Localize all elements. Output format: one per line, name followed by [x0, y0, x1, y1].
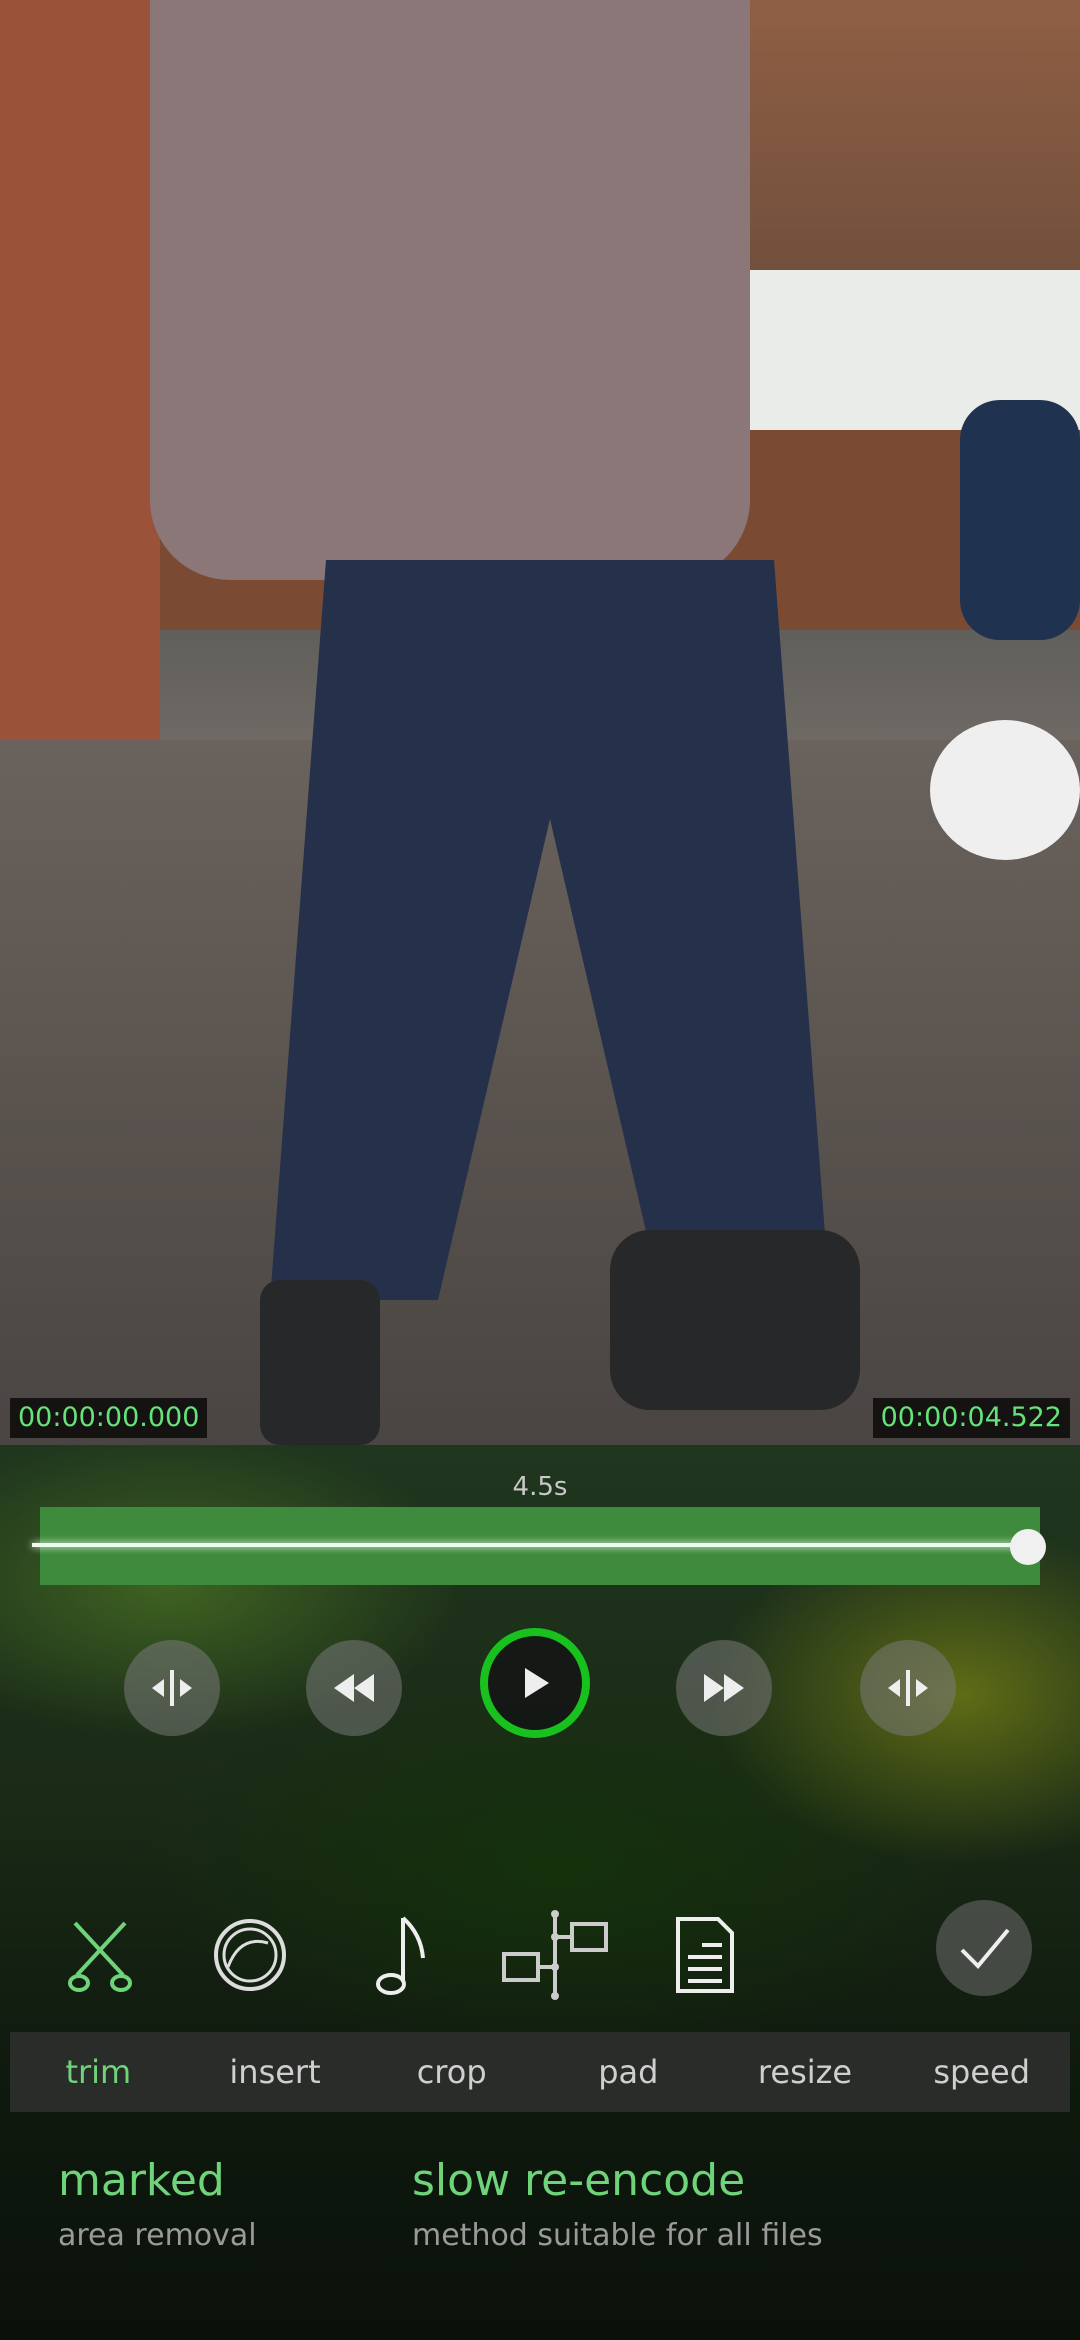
tab-insert[interactable]: insert	[187, 2032, 364, 2112]
clip-duration: 4.5s	[512, 1472, 568, 1502]
door	[0, 0, 160, 800]
play-button[interactable]	[480, 1628, 590, 1738]
split-frames-icon	[502, 1910, 608, 2000]
end-timecode: 00:00:04.522	[872, 1398, 1070, 1438]
tab-pad[interactable]: pad	[540, 2032, 717, 2112]
audio-tool-button[interactable]	[355, 1910, 445, 2000]
split-right-button[interactable]	[860, 1640, 956, 1736]
document-tool-button[interactable]	[660, 1910, 750, 2000]
tool-tabs: trim insert crop pad resize speed	[10, 2032, 1070, 2112]
boot-left	[260, 1280, 380, 1445]
video-preview[interactable]: 00:00:00.000 00:00:04.522	[0, 0, 1080, 1445]
play-icon	[525, 1668, 549, 1698]
confirm-button[interactable]	[936, 1900, 1032, 1996]
encode-method-subtitle: method suitable for all files	[412, 2218, 823, 2253]
tab-crop[interactable]: crop	[363, 2032, 540, 2112]
trim-mode-title[interactable]: marked	[58, 2155, 225, 2206]
tab-trim[interactable]: trim	[10, 2032, 187, 2112]
trim-tool-button[interactable]	[55, 1910, 145, 2000]
checkmark-icon	[960, 1928, 1010, 1969]
timeline-playhead-handle[interactable]	[1010, 1529, 1046, 1565]
music-note-icon	[376, 1916, 425, 1995]
trim-mode-subtitle: area removal	[58, 2218, 257, 2253]
timeline-waveform-line	[32, 1543, 1030, 1547]
child	[960, 400, 1080, 640]
split-left-button[interactable]	[124, 1640, 220, 1736]
scissors-icon	[68, 1921, 132, 1992]
person-hoodie	[150, 0, 750, 580]
tab-resize[interactable]: resize	[717, 2032, 894, 2112]
split-icon	[152, 1670, 192, 1706]
fast-forward-button[interactable]	[676, 1640, 772, 1736]
transition-tool-button[interactable]	[500, 1910, 610, 2000]
start-timecode: 00:00:00.000	[10, 1398, 208, 1438]
filter-tool-button[interactable]	[205, 1910, 295, 2000]
rewind-button[interactable]	[306, 1640, 402, 1736]
filter-icon	[214, 1919, 286, 1991]
dog	[930, 720, 1080, 860]
boot-right	[610, 1230, 860, 1410]
document-icon	[676, 1917, 734, 1993]
encode-method-title[interactable]: slow re-encode	[412, 2155, 745, 2206]
tab-speed[interactable]: speed	[893, 2032, 1070, 2112]
split-icon	[888, 1670, 928, 1706]
rewind-icon	[334, 1674, 374, 1702]
fast-forward-icon	[704, 1674, 744, 1702]
